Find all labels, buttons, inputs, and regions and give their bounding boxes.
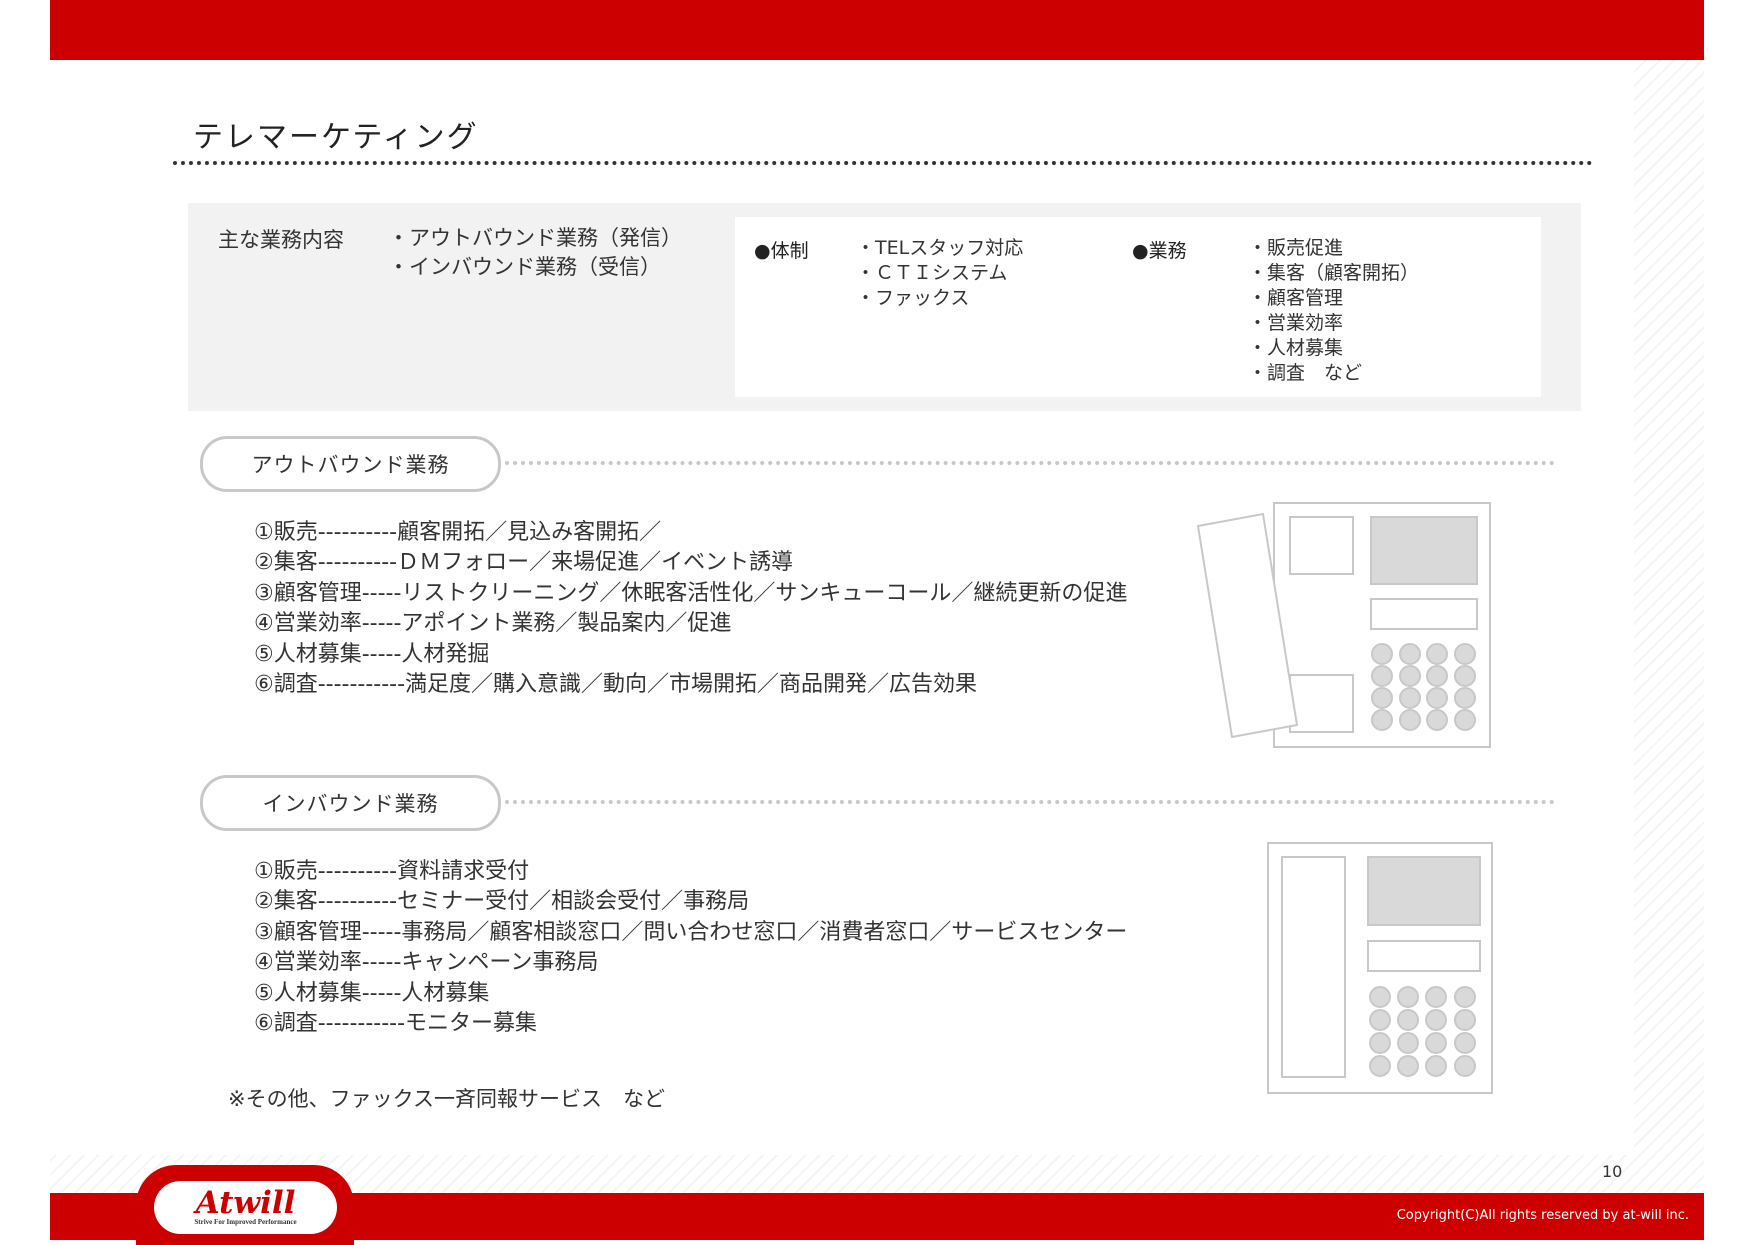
outbound-item: ⑤人材募集-----人材発掘 xyxy=(254,641,490,667)
summary-item: ・アウトバウンド業務（発信） xyxy=(388,226,682,250)
header-bar xyxy=(50,0,1704,60)
page-title: テレマーケティング xyxy=(193,120,479,155)
handset-lifted-phone-icon xyxy=(1196,502,1491,748)
business-item: ・調査 など xyxy=(1248,362,1363,384)
footnote: ※その他、ファックス一斉同報サービス など xyxy=(228,1087,665,1111)
inbound-item: ①販売----------資料請求受付 xyxy=(254,859,530,884)
inbound-list: ①販売----------資料請求受付 ②集客----------セミナー受付／… xyxy=(254,857,1127,1039)
system-list: ・TELスタッフ対応 ・ＣＴＩシステム ・ファックス xyxy=(856,236,1023,311)
business-heading: ●業務 xyxy=(1132,240,1187,262)
summary-list: ・アウトバウンド業務（発信） ・インバウンド業務（受信） xyxy=(388,224,682,282)
outbound-item: ①販売----------顧客開拓／見込み客開拓／ xyxy=(254,520,662,545)
inbound-item: ②集客----------セミナー受付／相談会受付／事務局 xyxy=(254,889,750,915)
system-item: ・TELスタッフ対応 xyxy=(856,237,1024,259)
outbound-item: ⑥調査-----------満足度／購入意識／動向／市場開拓／商品開発／広告効果 xyxy=(254,672,978,698)
company-logo: Atwill Strive For Improved Performance xyxy=(154,1181,337,1234)
inbound-divider xyxy=(505,800,1555,804)
system-item: ・ＣＴＩシステム xyxy=(856,262,1008,284)
outbound-item: ②集客----------ＤＭフォロー／来場促進／イベント誘導 xyxy=(254,550,794,576)
inbound-heading: インバウンド業務 xyxy=(200,775,501,831)
logo-wordmark: Atwill xyxy=(195,1185,296,1221)
phone-on-hook-icon xyxy=(1267,842,1493,1094)
system-heading: ●体制 xyxy=(754,240,809,262)
outbound-divider xyxy=(505,461,1555,465)
outbound-item: ③顧客管理-----リストクリーニング／休眠客活性化／サンキューコール／継続更新… xyxy=(254,580,1128,606)
business-item: ・営業効率 xyxy=(1248,312,1344,334)
system-item: ・ファックス xyxy=(856,287,970,309)
outbound-list: ①販売----------顧客開拓／見込み客開拓／ ②集客----------Ｄ… xyxy=(254,518,1127,700)
inbound-item: ⑥調査-----------モニター募集 xyxy=(254,1011,538,1037)
copyright-text: Copyright(C)All rights reserved by at-wi… xyxy=(1396,1208,1689,1223)
business-list: ・販売促進 ・集客（顧客開拓） ・顧客管理 ・営業効率 ・人材募集 ・調査 など xyxy=(1248,236,1419,386)
inbound-item: ④営業効率-----キャンペーン事務局 xyxy=(254,950,599,976)
page-number: 10 xyxy=(1602,1162,1623,1181)
logo-tagline: Strive For Improved Performance xyxy=(194,1218,297,1226)
summary-label: 主な業務内容 xyxy=(218,228,344,252)
outbound-heading: アウトバウンド業務 xyxy=(200,436,501,492)
business-item: ・販売促進 xyxy=(1248,237,1344,259)
business-item: ・集客（顧客開拓） xyxy=(1248,262,1420,284)
business-item: ・顧客管理 xyxy=(1248,287,1344,309)
title-divider xyxy=(173,161,1593,165)
outbound-item: ④営業効率-----アポイント業務／製品案内／促進 xyxy=(254,611,732,637)
business-item: ・人材募集 xyxy=(1248,337,1344,359)
summary-item: ・インバウンド業務（受信） xyxy=(388,255,661,279)
inbound-item: ⑤人材募集-----人材募集 xyxy=(254,980,490,1006)
inbound-item: ③顧客管理-----事務局／顧客相談窓口／問い合わせ窓口／消費者窓口／サービスセ… xyxy=(254,919,1128,945)
